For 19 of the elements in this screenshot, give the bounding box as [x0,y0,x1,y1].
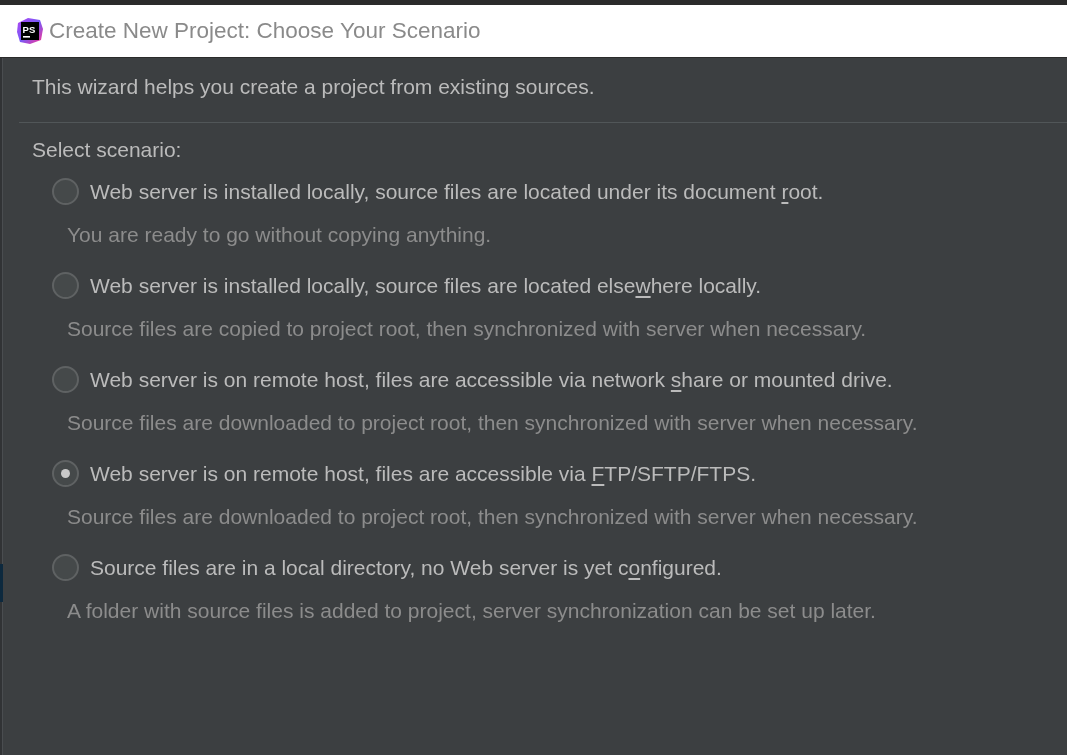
radio-label[interactable]: Source files are in a local directory, no Web server is yet configured. [90,555,722,580]
intro-text: This wizard helps you create a project from existing sources. [32,75,596,99]
radio-button[interactable] [52,554,79,581]
option-description: Source files are downloaded to project root, then synchronized with server when necessary. [67,505,919,529]
radio-button[interactable] [52,460,79,487]
radio-button[interactable] [52,178,79,205]
window-title: Create New Project: Choose Your Scenario [49,17,481,45]
radio-button[interactable] [52,366,79,393]
radio-button[interactable] [52,272,79,299]
radio-label[interactable]: Web server is installed locally, source files are located elsewhere locally. [90,273,762,298]
radio-label[interactable]: Web server is installed locally, source files are located under its document root. [90,179,824,204]
app-logo: PS [16,17,44,45]
option-description: You are ready to go without copying anything. [67,223,493,247]
option-description: Source files are copied to project root, then synchronized with server when necessary. [67,317,868,341]
option-description: Source files are downloaded to project root, then synchronized with server when necessary. [67,411,919,435]
section-heading: Select scenario: [32,138,183,162]
option-description: A folder with source files is added to project, server synchronization can be set up later. [67,599,877,623]
radio-label[interactable]: Web server is on remote host, files are accessible via network share or mounted drive. [90,367,893,392]
radio-label[interactable]: Web server is on remote host, files are accessible via FTP/SFTP/FTPS. [90,461,756,486]
